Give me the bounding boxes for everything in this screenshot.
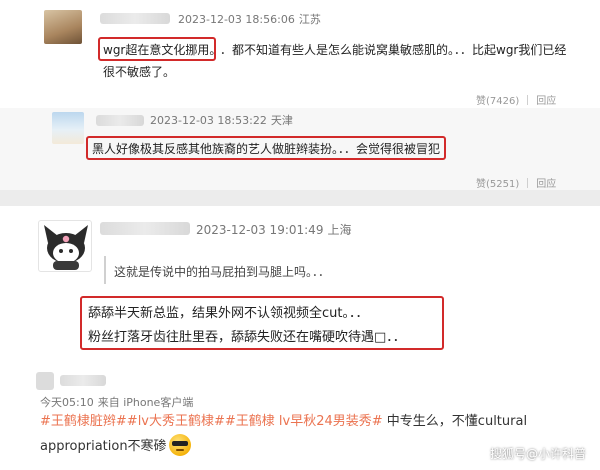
blurred-username (100, 222, 190, 235)
comment-meta: 2023-12-03 18:53:22 天津 (150, 112, 293, 128)
comment-line-1: 舔舔半天新总监，结果外网不认领视频全cut。．． (88, 306, 369, 321)
comment-line-2: 粉丝打落牙齿往肚里吞，舔舔失败还在嘴硬吹待遇□．． (88, 330, 406, 345)
kuromi-avatar-icon (44, 225, 88, 270)
comment-text-highlight: wgr超在意文化挪用。 (103, 43, 222, 57)
quoted-text: 这就是传说中的拍马屁拍到马腿上吗。．． (114, 265, 331, 279)
quoted-comment: 这就是传说中的拍马屁拍到马腿上吗。．． (104, 256, 584, 284)
post-text: #王鹤棣脏辫##lv大秀王鹤棣##王鹤棣 lv早秋24男装秀# 中专生么，不懂c… (40, 410, 527, 429)
location: 江苏 (298, 13, 321, 26)
post-source: 来自 iPhone客户端 (97, 396, 194, 409)
sunglasses-emoji-icon (168, 434, 191, 456)
post-time: 今天05:10 (40, 396, 94, 409)
like-button[interactable]: 赞(7426) (476, 96, 519, 107)
avatar[interactable] (38, 220, 92, 272)
blurred-username (100, 13, 170, 24)
hashtag[interactable]: #王鹤棣 lv早秋24男装秀# (225, 414, 383, 429)
location: 天津 (270, 114, 293, 127)
hashtag[interactable]: 王鹤棣# (175, 414, 225, 429)
comment-meta: 2023-12-03 18:56:06 江苏 (178, 11, 321, 27)
comment-text-line2: 很不敏感了。 (103, 65, 176, 79)
post-meta: 今天05:10 来自 iPhone客户端 (40, 394, 193, 410)
comment-text: 黑人好像极其反感其他族裔的艺人做脏辫装扮。．．会觉得很被冒犯 (92, 142, 441, 156)
location: 上海 (327, 223, 352, 237)
timestamp: 2023-12-03 18:53:22 (150, 114, 267, 127)
section-divider (0, 190, 600, 206)
post-body: 中专生么，不懂cultural (382, 414, 528, 429)
comment-actions: 赞(7426) 回应 (476, 92, 556, 107)
reply-button[interactable]: 回应 (536, 96, 556, 107)
post-body-line2: appropriation不寒碜 (40, 439, 167, 454)
divider (527, 95, 529, 105)
comment-meta: 2023-12-03 19:01:49 上海 (196, 221, 351, 238)
comment-text: ．都不知道有些人是怎么能说窝巢敏感肌的。．．比起wgr我们已经 (220, 43, 567, 57)
reply-button[interactable]: 回应 (536, 179, 556, 190)
comment-actions: 赞(5251) 回应 (476, 175, 556, 190)
like-button[interactable]: 赞(5251) (476, 179, 519, 190)
hashtag[interactable]: #lv大秀 (127, 414, 175, 429)
post-text-line2: appropriation不寒碜 (40, 434, 191, 456)
avatar[interactable] (44, 10, 82, 44)
divider (527, 178, 529, 188)
timestamp: 2023-12-03 19:01:49 (196, 223, 324, 237)
avatar[interactable] (36, 372, 54, 390)
blurred-username (96, 115, 144, 126)
avatar[interactable] (52, 112, 84, 144)
hashtag[interactable]: #王鹤棣脏辫# (40, 414, 127, 429)
watermark: 搜狐号@小许科普 (489, 447, 586, 461)
blurred-username (60, 375, 106, 386)
timestamp: 2023-12-03 18:56:06 (178, 13, 295, 26)
